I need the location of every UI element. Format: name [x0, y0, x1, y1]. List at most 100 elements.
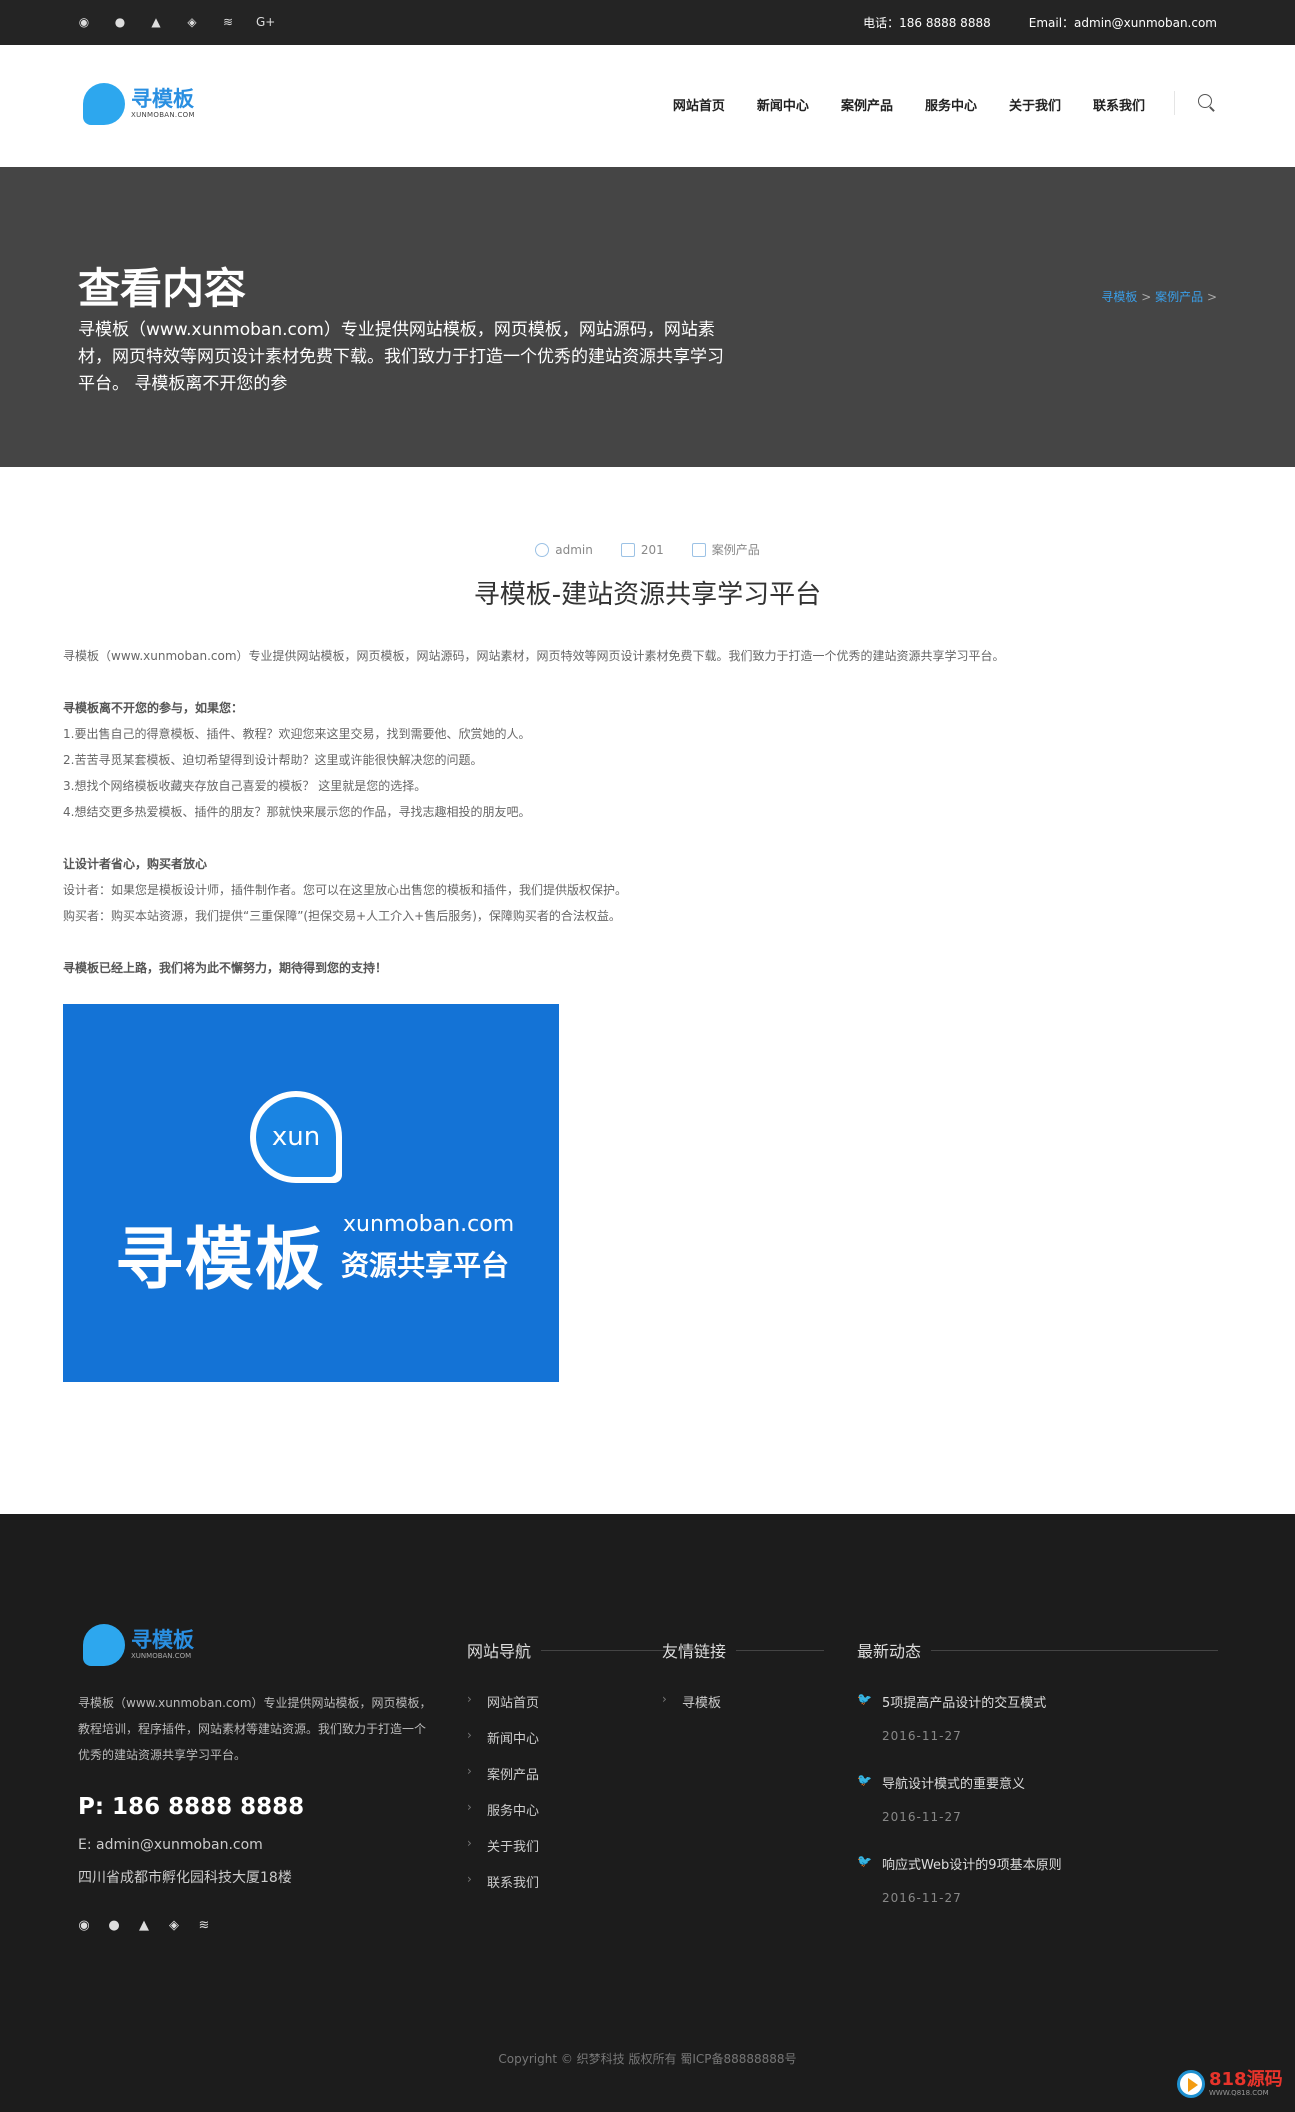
article-spacer: [63, 669, 1233, 695]
breadcrumb-separator: >: [1206, 290, 1217, 304]
breadcrumb: 寻模板 > 案例产品 >: [1101, 288, 1217, 305]
breadcrumb-category[interactable]: 案例产品: [1155, 290, 1203, 304]
weibo-icon[interactable]: ◉: [76, 14, 92, 30]
weibo-icon[interactable]: ◉: [76, 1918, 92, 1933]
main-nav: 网站首页 新闻中心 案例产品 服务中心 关于我们 联系我们: [673, 95, 1145, 114]
top-contact: 电话：186 8888 8888 Email：admin@xunmoban.co…: [863, 14, 1217, 31]
chevron-right-icon: ›: [662, 1692, 667, 1706]
apple-icon[interactable]: ◈: [184, 14, 200, 30]
twitter-icon: 🐦: [857, 1692, 872, 1706]
breadcrumb-separator: >: [1141, 290, 1152, 304]
image-brand-text: 寻模板: [115, 1221, 326, 1300]
footer-address: 四川省成都市孵化园科技大厦18楼: [78, 1870, 292, 1886]
article-paragraph: 寻模板离不开您的参与，如果您：: [63, 701, 244, 715]
footer-link-item[interactable]: › 网站首页: [467, 1692, 665, 1728]
news-item[interactable]: 🐦 5项提高产品设计的交互模式 2016-11-27: [857, 1692, 1218, 1743]
qq-icon[interactable]: ▲: [148, 14, 164, 30]
article-paragraph: 2.苦苦寻觅某套模板、迫切希望得到设计帮助？这里或许能很快解决您的问题。: [63, 753, 483, 767]
play-icon: [1177, 2070, 1205, 2098]
article-spacer: [63, 825, 1233, 851]
footer-description: 寻模板（www.xunmoban.com）专业提供网站模板，网页模板，教程培训，…: [78, 1696, 432, 1762]
footer-link-item[interactable]: › 案例产品: [467, 1764, 665, 1800]
news-item[interactable]: 🐦 导航设计模式的重要意义 2016-11-27: [857, 1773, 1218, 1824]
article-spacer: [63, 929, 1233, 955]
chevron-right-icon: ›: [467, 1692, 472, 1706]
news-title-row: 🐦 导航设计模式的重要意义: [857, 1773, 1218, 1792]
top-phone: 电话：186 8888 8888: [863, 16, 991, 30]
footer-logo-text: 寻模板: [131, 1628, 194, 1652]
rss-icon[interactable]: ≋: [220, 14, 236, 30]
footer-links-heading: 友情链接: [662, 1638, 825, 1662]
footer-link-item[interactable]: › 寻模板: [662, 1692, 824, 1728]
footer-link-label: 新闻中心: [487, 1732, 540, 1747]
nav-item[interactable]: 案例产品: [841, 95, 893, 114]
footer-social-links: ◉ ● ▲ ◈ ≋: [76, 1918, 212, 1933]
news-title[interactable]: 5项提高产品设计的交互模式: [882, 1692, 1046, 1711]
footer-link-label: 关于我们: [487, 1840, 540, 1855]
watermark-brand: 818源码: [1209, 2069, 1283, 2090]
view-count: 201: [640, 542, 664, 557]
nav-item[interactable]: 网站首页: [673, 95, 725, 114]
rss-icon[interactable]: ≋: [196, 1918, 212, 1933]
qq-icon[interactable]: ▲: [136, 1918, 152, 1933]
footer-logo[interactable]: 寻模板 XUNMOBAN.COM: [83, 1624, 194, 1666]
nav-item[interactable]: 服务中心: [925, 95, 977, 114]
news-title-row: 🐦 5项提高产品设计的交互模式: [857, 1692, 1218, 1711]
page-banner: 查看内容 寻模板（www.xunmoban.com）专业提供网站模板，网页模板，…: [0, 167, 1295, 467]
author-name: admin: [555, 542, 593, 557]
news-title-row: 🐦 响应式Web设计的9项基本原则: [857, 1854, 1218, 1873]
meta-category: 案例产品: [691, 541, 760, 558]
site-logo[interactable]: 寻模板 XUNMOBAN.COM: [83, 83, 195, 125]
footer-email[interactable]: E: admin@xunmoban.com: [78, 1837, 263, 1853]
top-email[interactable]: Email：admin@xunmoban.com: [1029, 14, 1217, 31]
article-paragraph: 寻模板已经上路，我们将为此不懈努力，期待得到您的支持！: [63, 961, 388, 975]
chevron-right-icon: ›: [467, 1872, 472, 1886]
footer-link-item[interactable]: › 关于我们: [467, 1836, 665, 1872]
breadcrumb-home[interactable]: 寻模板: [1101, 290, 1137, 304]
footer-link-item[interactable]: › 新闻中心: [467, 1728, 665, 1764]
footer-nav-column: 网站导航 › 网站首页 › 新闻中心 › 案例产品 › 服务中心 › 关于我们 › 联系我们: [467, 1638, 666, 1908]
meta-views: 201: [620, 541, 664, 558]
meta-author: admin: [535, 541, 593, 558]
footer-news-heading: 最新动态: [857, 1638, 1219, 1662]
article-paragraph: 1.要出售自己的得意模板、插件、教程？欢迎您来这里交易，找到需要他、欣赏她的人。: [63, 727, 531, 741]
news-date: 2016-11-27: [882, 1729, 962, 1743]
nav-item[interactable]: 新闻中心: [757, 95, 809, 114]
chevron-right-icon: ›: [467, 1764, 472, 1778]
news-title[interactable]: 导航设计模式的重要意义: [882, 1773, 1025, 1792]
logo-bubble-icon: [83, 83, 125, 125]
article-image: xun 寻模板 xunmoban.com 资源共享平台: [63, 1004, 559, 1382]
chevron-right-icon: ›: [467, 1836, 472, 1850]
apple-icon[interactable]: ◈: [166, 1918, 182, 1933]
footer-link-label: 服务中心: [487, 1804, 540, 1819]
page-title: 查看内容: [78, 264, 247, 313]
category-link[interactable]: 案例产品: [712, 541, 760, 558]
top-bar: ◉ ● ▲ ◈ ≋ G+ 电话：186 8888 8888 Email：admin@xun…: [0, 0, 1295, 45]
site-footer: 寻模板 XUNMOBAN.COM 寻模板（www.xunmoban.com）专业…: [0, 1514, 1295, 2112]
chevron-right-icon: ›: [467, 1728, 472, 1742]
footer-links-list: › 寻模板: [662, 1692, 824, 1728]
footer-link-item[interactable]: › 服务中心: [467, 1800, 665, 1836]
article-paragraph: 3.想找个网络模板收藏夹存放自己喜爱的模板？ 这里就是您的选择。: [63, 779, 427, 793]
user-icon: [535, 542, 550, 557]
article-paragraph: 设计者：如果您是模板设计师，插件制作者。您可以在这里放心出售您的模板和插件，我们…: [63, 883, 628, 897]
wechat-icon[interactable]: ●: [112, 14, 128, 30]
news-date: 2016-11-27: [882, 1810, 962, 1824]
logo-subtext: XUNMOBAN.COM: [131, 111, 195, 119]
google-plus-icon[interactable]: G+: [256, 14, 275, 30]
footer-link-item[interactable]: › 联系我们: [467, 1872, 665, 1908]
news-title[interactable]: 响应式Web设计的9项基本原则: [882, 1854, 1062, 1873]
footer-link-label: 案例产品: [487, 1768, 540, 1783]
nav-item[interactable]: 联系我们: [1093, 95, 1145, 114]
logo-bubble-icon: [83, 1624, 125, 1666]
chevron-right-icon: ›: [467, 1800, 472, 1814]
news-date: 2016-11-27: [882, 1891, 962, 1905]
site-header: 寻模板 XUNMOBAN.COM 网站首页 新闻中心 案例产品 服务中心 关于我们 联系我…: [0, 45, 1295, 167]
news-item[interactable]: 🐦 响应式Web设计的9项基本原则 2016-11-27: [857, 1854, 1218, 1905]
footer-nav-heading: 网站导航: [467, 1638, 666, 1662]
nav-item[interactable]: 关于我们: [1009, 95, 1061, 114]
folder-icon: [691, 542, 706, 557]
footer-link-label: 联系我们: [487, 1876, 540, 1891]
wechat-icon[interactable]: ●: [106, 1918, 122, 1933]
search-icon[interactable]: [1198, 94, 1212, 108]
